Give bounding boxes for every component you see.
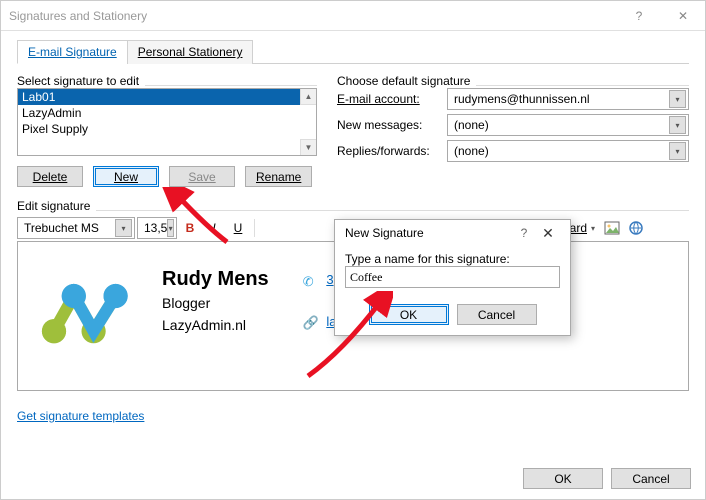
- image-icon: [604, 221, 620, 235]
- select-signature-section: Select signature to edit Lab01 LazyAdmin…: [17, 74, 317, 187]
- rename-button[interactable]: Rename: [245, 166, 312, 187]
- chevron-down-icon[interactable]: ▾: [167, 219, 174, 237]
- select-signature-label: Select signature to edit: [17, 74, 139, 88]
- signature-name-input[interactable]: [345, 266, 560, 288]
- underline-button[interactable]: U: [227, 217, 249, 239]
- scroll-up-icon[interactable]: ▲: [300, 89, 316, 105]
- replies-forwards-label: Replies/forwards:: [337, 144, 447, 158]
- signature-item[interactable]: Pixel Supply: [18, 121, 316, 137]
- delete-button[interactable]: Delete: [17, 166, 83, 187]
- signature-item[interactable]: Lab01: [18, 89, 316, 105]
- modal-help-button[interactable]: ?: [514, 226, 534, 240]
- tab-personal-stationery[interactable]: Personal Stationery: [127, 40, 254, 64]
- replies-forwards-select[interactable]: (none) ▾: [447, 140, 689, 162]
- new-button[interactable]: New: [93, 166, 159, 187]
- titlebar: Signatures and Stationery ? ✕: [1, 1, 705, 31]
- edit-signature-label: Edit signature: [17, 199, 90, 213]
- dialog-ok-button[interactable]: OK: [523, 468, 603, 489]
- italic-button[interactable]: I: [203, 217, 225, 239]
- signatures-dialog: { "window": { "title": "Signatures and S…: [0, 0, 706, 500]
- logo-icon: [32, 252, 142, 362]
- email-account-label: E-mail account:: [337, 92, 447, 106]
- link-icon: [628, 220, 644, 236]
- font-family-select[interactable]: Trebuchet MS ▾: [17, 217, 135, 239]
- signature-item[interactable]: LazyAdmin: [18, 105, 316, 121]
- chevron-down-icon: ▾: [591, 224, 595, 233]
- link-icon: 🔗: [303, 315, 317, 329]
- tab-email-signature[interactable]: E-mail Signature: [17, 40, 128, 64]
- font-size-select[interactable]: 13,5 ▾: [137, 217, 177, 239]
- window-title: Signatures and Stationery: [9, 9, 617, 23]
- default-signature-section: Choose default signature E-mail account:…: [337, 74, 689, 187]
- modal-title: New Signature: [345, 226, 514, 240]
- signature-name: Rudy Mens: [162, 268, 269, 291]
- bold-button[interactable]: B: [179, 217, 201, 239]
- chevron-down-icon[interactable]: ▾: [669, 116, 686, 134]
- separator: [254, 219, 255, 237]
- modal-close-button[interactable]: ✕: [534, 225, 562, 242]
- signature-site: LazyAdmin.nl: [162, 317, 269, 333]
- default-signature-header: Choose default signature: [337, 74, 470, 88]
- phone-icon: ✆: [303, 274, 317, 288]
- divider: [145, 85, 317, 86]
- new-messages-label: New messages:: [337, 118, 447, 132]
- signature-text-block: Rudy Mens Blogger LazyAdmin.nl: [162, 250, 269, 333]
- email-account-select[interactable]: rudymens@thunnissen.nl ▾: [447, 88, 689, 110]
- image-button[interactable]: [601, 217, 623, 239]
- dialog-cancel-button[interactable]: Cancel: [611, 468, 691, 489]
- close-button[interactable]: ✕: [661, 1, 705, 31]
- signature-listbox[interactable]: Lab01 LazyAdmin Pixel Supply ▲ ▼: [17, 88, 317, 156]
- chevron-down-icon[interactable]: ▾: [669, 142, 686, 160]
- chevron-down-icon[interactable]: ▾: [115, 219, 132, 237]
- signature-role: Blogger: [162, 295, 269, 311]
- new-messages-select[interactable]: (none) ▾: [447, 114, 689, 136]
- modal-titlebar: New Signature ? ✕: [335, 220, 570, 246]
- help-button[interactable]: ?: [617, 1, 661, 31]
- new-signature-dialog: New Signature ? ✕ Type a name for this s…: [334, 219, 571, 336]
- modal-ok-button[interactable]: OK: [369, 304, 449, 325]
- chevron-down-icon[interactable]: ▾: [669, 90, 686, 108]
- hyperlink-button[interactable]: [625, 217, 647, 239]
- divider: [476, 85, 689, 86]
- get-templates-link[interactable]: Get signature templates: [17, 409, 144, 423]
- signature-phone-link[interactable]: 3: [326, 272, 333, 287]
- scroll-down-icon[interactable]: ▼: [300, 139, 316, 155]
- dialog-buttons: OK Cancel: [523, 468, 691, 489]
- tab-strip: E-mail Signature Personal Stationery: [17, 39, 689, 64]
- divider: [96, 210, 689, 211]
- save-button[interactable]: Save: [169, 166, 235, 187]
- modal-cancel-button[interactable]: Cancel: [457, 304, 537, 325]
- modal-label: Type a name for this signature:: [345, 252, 560, 266]
